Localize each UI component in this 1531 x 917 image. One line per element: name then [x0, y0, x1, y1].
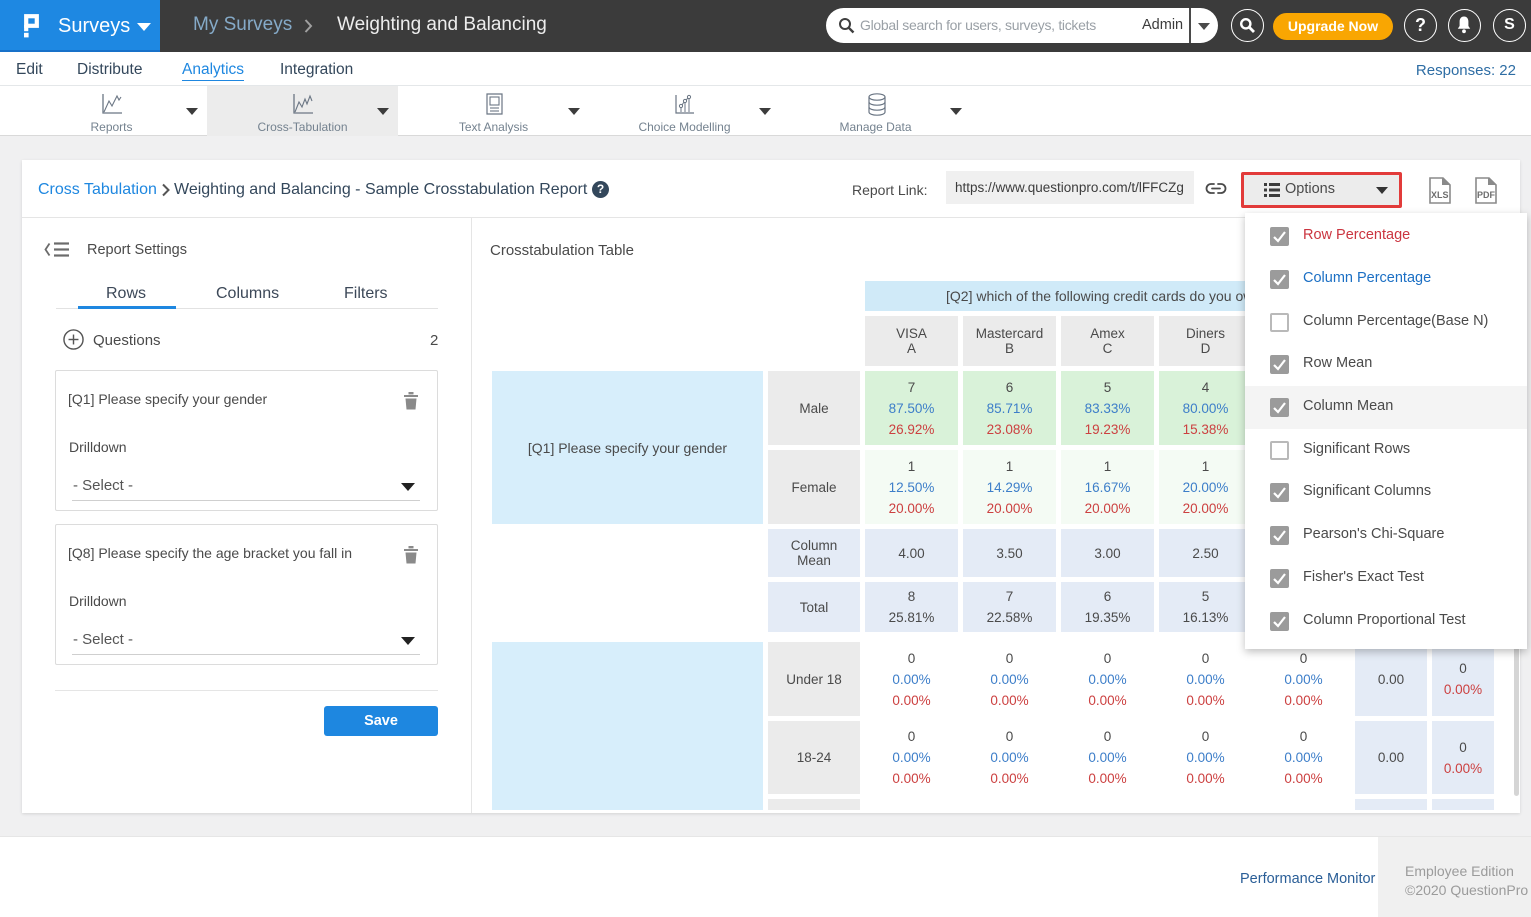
svg-text:PDF: PDF — [1477, 190, 1496, 200]
svg-text:XLS: XLS — [1431, 190, 1449, 200]
